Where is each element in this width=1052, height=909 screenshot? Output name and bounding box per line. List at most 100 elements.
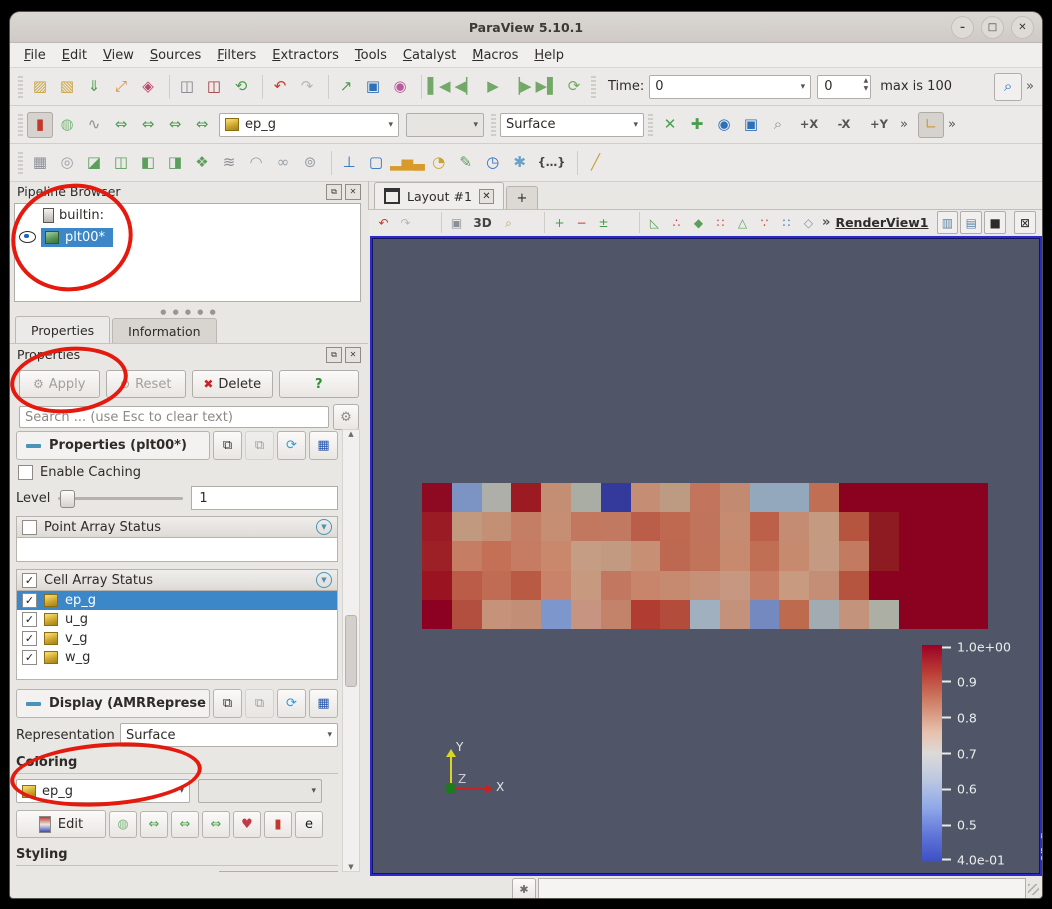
reset-defaults-button[interactable]: ⟳	[277, 431, 306, 460]
toolbar-separator[interactable]	[573, 151, 578, 175]
rescale-to-temporal-range-button[interactable]: ⇔	[162, 112, 188, 138]
apply-button[interactable]: ⚙ Apply	[19, 370, 100, 398]
zoom-to-box-button[interactable]: ⌕	[765, 112, 791, 138]
last-frame-button[interactable]: ▶▌	[534, 74, 560, 100]
panel-close-button[interactable]: ✕	[345, 347, 361, 363]
view-overflow-chevron[interactable]: »	[819, 215, 833, 230]
select-cells-through-button[interactable]: ◆	[688, 212, 709, 233]
choose-preset-button[interactable]: ♥	[233, 811, 261, 838]
cell-array-item[interactable]: w_g	[17, 648, 337, 667]
show-color-legend-button[interactable]: ▮	[264, 811, 292, 838]
toolbar-separator[interactable]	[420, 212, 442, 233]
menu-item[interactable]: Help	[526, 45, 572, 66]
contour-filter-button[interactable]: ◎	[54, 150, 80, 176]
help-button[interactable]: ?	[279, 370, 360, 398]
toolbar-separator[interactable]	[327, 151, 332, 175]
color-component-combo[interactable]: ▾	[406, 113, 484, 137]
array-checkbox[interactable]	[22, 612, 37, 627]
search-input[interactable]: Search ... (use Esc to clear text)	[19, 406, 329, 428]
scrollbar-thumb[interactable]	[345, 615, 357, 687]
array-checkbox[interactable]	[22, 593, 37, 608]
panel-float-button[interactable]: ⧉	[326, 347, 342, 363]
color-array-combo[interactable]: ep_g ▾	[219, 113, 399, 137]
search-settings-button[interactable]: ⚙	[333, 404, 359, 430]
select-points-polygon-button[interactable]: ∵	[754, 212, 775, 233]
maximize-view-button[interactable]: ■	[984, 211, 1006, 234]
save-defaults-button[interactable]: ▦	[309, 431, 338, 460]
plot-data-over-time-button[interactable]: ◷	[480, 150, 506, 176]
toggle-2d3d-button[interactable]: 3D	[468, 212, 497, 233]
menu-item[interactable]: Macros	[464, 45, 526, 66]
search-button[interactable]: ⌕	[994, 73, 1022, 101]
split-vertical-button[interactable]: ▤	[960, 211, 982, 234]
cell-array-item[interactable]: u_g	[17, 610, 337, 629]
slice-filter-button[interactable]: ◫	[108, 150, 134, 176]
properties-header[interactable]: Properties ⧉ ✕	[10, 344, 368, 365]
open-file-button[interactable]: ▨	[27, 74, 53, 100]
delete-button[interactable]: ✖ Delete	[192, 370, 273, 398]
menu-item[interactable]: View	[95, 45, 142, 66]
rescale-to-custom-range-button[interactable]: ⇔	[135, 112, 161, 138]
scroll-down-icon[interactable]: ▼	[348, 863, 353, 871]
opacity-input[interactable]: 1	[219, 871, 338, 872]
expand-circle-icon[interactable]: ▼	[316, 572, 332, 588]
programmable-filter-button[interactable]: ✎	[453, 150, 479, 176]
cell-array-status-header[interactable]: Cell Array Status ▼	[16, 569, 338, 591]
plot-selection-over-time-button[interactable]: ◔	[426, 150, 452, 176]
paste-properties-button[interactable]: ⧉	[245, 431, 274, 460]
titlebar[interactable]: ParaView 5.10.1 – □ ✕	[10, 12, 1042, 43]
color-legend[interactable]: 1.0e+00 0.9 0.8 0.7	[922, 645, 1042, 862]
camera-redo-button[interactable]: ↷	[395, 212, 416, 233]
previous-frame-button[interactable]: ◀▏	[453, 74, 479, 100]
set-view-plus-x-button[interactable]: +X	[792, 112, 826, 138]
level-input[interactable]: 1	[191, 486, 338, 510]
properties-section-header[interactable]: Properties (plt00*)	[16, 431, 210, 460]
rescale-to-temporal-range-button[interactable]: ⇔	[202, 811, 230, 838]
select-cells-polygon-button[interactable]: △	[732, 212, 753, 233]
maximize-button[interactable]: □	[981, 16, 1004, 39]
extract-level-filter-button[interactable]: ⊚	[297, 150, 323, 176]
split-horizontal-button[interactable]: ▥	[937, 211, 959, 234]
menu-item[interactable]: Filters	[209, 45, 264, 66]
ruler-button[interactable]: ╱	[582, 150, 608, 176]
grow-selection-button[interactable]: ±	[593, 212, 614, 233]
rescale-to-visible-range-button[interactable]: ⇔	[189, 112, 215, 138]
subtract-selection-button[interactable]: −	[571, 212, 592, 233]
extract-selection-button[interactable]: ▢	[363, 150, 389, 176]
toolbar-separator[interactable]	[258, 75, 263, 99]
coloring-component-combo[interactable]: ▾	[198, 779, 322, 803]
select-points-through-button[interactable]: ∷	[710, 212, 731, 233]
threshold-filter-button[interactable]: ◧	[135, 150, 161, 176]
rescale-to-data-range-button[interactable]: ⇔	[140, 811, 168, 838]
add-selection-button[interactable]: +	[549, 212, 570, 233]
select-points-on-button[interactable]: ∴	[666, 212, 687, 233]
save-state-button[interactable]: ▧	[54, 74, 80, 100]
color-legend-flask-button[interactable]: ◈	[135, 74, 161, 100]
toolbar-separator[interactable]	[523, 212, 545, 233]
set-view-plus-y-button[interactable]: +Y	[862, 112, 896, 138]
menu-item[interactable]: Edit	[54, 45, 95, 66]
camera-orientation-toggle-button[interactable]: ∟	[918, 112, 944, 138]
minimize-button[interactable]: –	[951, 16, 974, 39]
python-script-button[interactable]: {…}	[534, 150, 570, 176]
paste-display-button[interactable]: ⧉	[245, 689, 274, 718]
select-cells-on-button[interactable]: ◺	[644, 212, 665, 233]
loop-button[interactable]: ⟳	[561, 74, 587, 100]
cell-array-checkbox[interactable]	[22, 573, 37, 588]
time-combo[interactable]: 0 ▾	[649, 75, 811, 99]
capture-screenshot-button[interactable]: ▣	[446, 212, 467, 233]
toolbar-overflow-chevron[interactable]: »	[1023, 79, 1037, 94]
next-frame-button[interactable]: ▕▶	[507, 74, 533, 100]
representation-combo[interactable]: Surface ▾	[120, 723, 338, 747]
edit-color-map-button[interactable]: Edit	[16, 810, 106, 838]
toolbar-separator[interactable]	[417, 75, 422, 99]
play-button[interactable]: ▶	[480, 74, 506, 100]
plot-over-line-button[interactable]: ⊥	[336, 150, 362, 176]
panel-splitter[interactable]: ● ● ● ● ●	[10, 308, 368, 316]
color-palette-button[interactable]: ◉	[387, 74, 413, 100]
redo-button[interactable]: ↷	[294, 74, 320, 100]
clip-filter-button[interactable]: ◪	[81, 150, 107, 176]
edit-color-map-button[interactable]: ◍	[54, 112, 80, 138]
disconnect-server-button[interactable]: ◫	[201, 74, 227, 100]
save-data-button[interactable]: ⇓	[81, 74, 107, 100]
